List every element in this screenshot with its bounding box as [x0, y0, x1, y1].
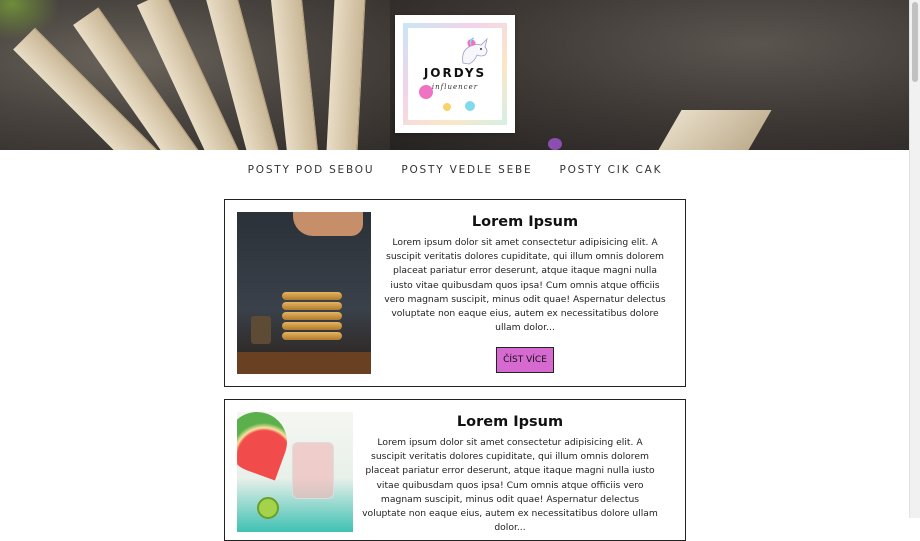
- main-nav: POSTY POD SEBOU POSTY VEDLE SEBE POSTY C…: [0, 160, 910, 180]
- site-logo[interactable]: JORDYS influencer: [395, 15, 515, 133]
- post-excerpt: Lorem ipsum dolor sit amet consectetur a…: [384, 237, 666, 334]
- post-title: Lorem Ipsum: [471, 214, 579, 230]
- post-image-pancakes: [237, 212, 371, 374]
- post-card: Lorem Ipsum Lorem ipsum dolor sit amet c…: [224, 199, 686, 387]
- logo-frame: JORDYS influencer: [403, 23, 507, 125]
- unicorn-icon: [462, 37, 488, 65]
- scrollbar-thumb[interactable]: [912, 2, 918, 82]
- page-scrollbar[interactable]: [909, 0, 920, 518]
- post-excerpt: Lorem ipsum dolor sit amet consectetur a…: [362, 437, 658, 534]
- post-title: Lorem Ipsum: [456, 414, 564, 430]
- nav-posty-pod-sebou[interactable]: POSTY POD SEBOU: [248, 160, 375, 180]
- nav-posty-cik-cak[interactable]: POSTY CIK CAK: [559, 160, 662, 180]
- post-image-watermelon: [237, 412, 353, 532]
- post-card: Lorem Ipsum Lorem ipsum dolor sit amet c…: [224, 399, 686, 541]
- read-more-button[interactable]: ČÍST VÍCE: [496, 347, 554, 374]
- logo-title: JORDYS: [423, 66, 487, 80]
- flower: [548, 138, 562, 150]
- nav-posty-vedle-sebe[interactable]: POSTY VEDLE SEBE: [401, 160, 532, 180]
